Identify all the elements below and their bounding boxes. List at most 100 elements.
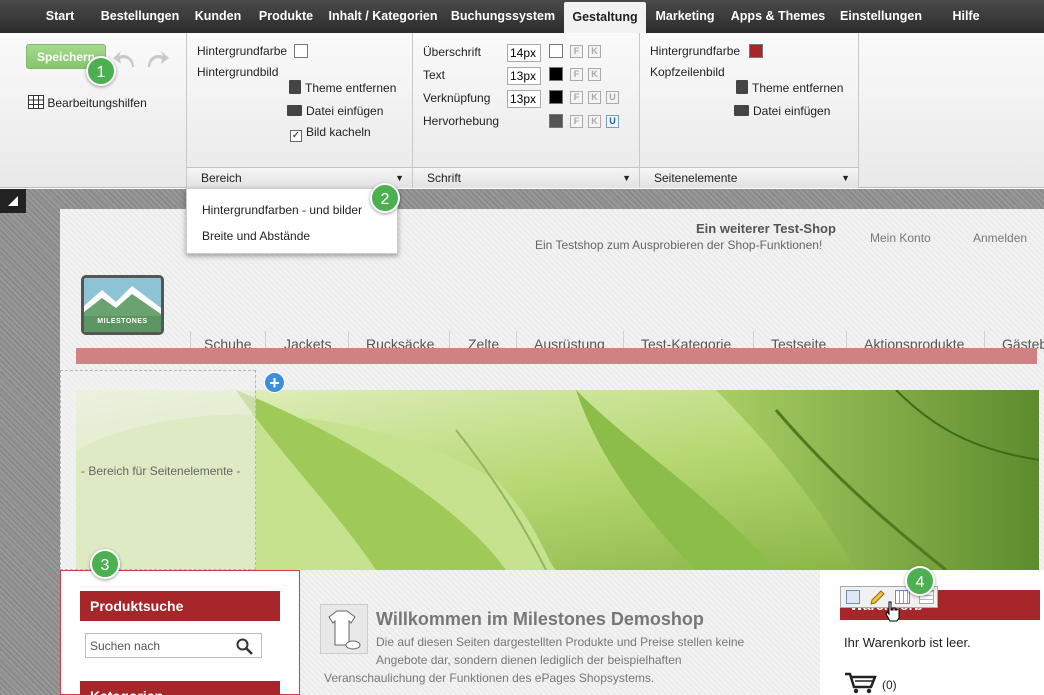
login-link[interactable]: Anmelden (973, 231, 1027, 245)
pencil-icon[interactable] (869, 589, 885, 606)
italic-toggle[interactable]: K (588, 68, 601, 81)
text-size-input[interactable] (507, 67, 541, 85)
my-account-link[interactable]: Mein Konto (870, 231, 931, 245)
nav-produkte[interactable]: Produkte (252, 0, 320, 33)
insert-file-button[interactable]: Datei einfügen (287, 104, 383, 118)
highlight-color-swatch[interactable] (549, 114, 563, 128)
nav-kunden[interactable]: Kunden (190, 0, 246, 33)
remove-theme-button[interactable]: Theme entfernen (289, 80, 396, 95)
shopping-cart-icon[interactable] (844, 670, 878, 694)
font-row-label: Verknüpfung (423, 91, 491, 105)
nav-inhalt-kategorien[interactable]: Inhalt / Kategorien (326, 0, 440, 33)
text-color-swatch[interactable] (549, 67, 563, 81)
welcome-text-continued: Veranschaulichung der Funktionen des ePa… (324, 671, 655, 685)
hand-cursor-icon (885, 601, 900, 622)
link-color-swatch[interactable] (549, 90, 563, 104)
nav-einstellungen[interactable]: Einstellungen (836, 0, 926, 33)
tile-image-checkbox[interactable]: ✓ Bild kacheln (290, 125, 371, 142)
bold-toggle[interactable]: F (570, 115, 583, 128)
bold-toggle[interactable]: F (570, 91, 583, 104)
corner-arrow-icon (8, 196, 18, 206)
insert-file-button[interactable]: Datei einfügen (734, 104, 830, 118)
page-elements-area-label: - Bereich für Seitenelemente - (81, 464, 241, 478)
elements-bg-color-swatch[interactable] (749, 44, 763, 58)
trash-icon (289, 80, 301, 94)
underline-toggle[interactable]: U (606, 115, 619, 128)
cart-empty-message: Ihr Warenkorb ist leer. (844, 635, 971, 650)
heading-size-input[interactable] (507, 44, 541, 62)
nav-apps-themes[interactable]: Apps & Themes (726, 0, 830, 33)
nav-marketing[interactable]: Marketing (650, 0, 720, 33)
search-input[interactable]: Suchen nach (85, 633, 262, 658)
logo-text: MILESTONES (97, 318, 148, 325)
add-element-button[interactable]: + (264, 372, 285, 393)
menu-item-width-spacing[interactable]: Breite und Abstände (202, 229, 310, 243)
grid-icon (28, 95, 44, 109)
insert-file-label: Datei einfügen (306, 104, 384, 118)
search-box-title: Produktsuche (80, 591, 280, 621)
elements-dropdown-toggle[interactable]: Seitenelemente ▼ (640, 167, 858, 188)
elements-footer-label: Seitenelemente (654, 171, 738, 185)
shop-tagline: Ein Testshop zum Ausprobieren der Shop-F… (535, 238, 823, 252)
bg-color-label: Hintergrundfarbe (197, 44, 288, 58)
category-box-title: Kategorien (80, 681, 280, 695)
font-panel: Überschrift F K Text F K Verknüpfung F K… (413, 33, 640, 188)
nav-bestellungen[interactable]: Bestellungen (96, 0, 184, 33)
font-footer-label: Schrift (427, 171, 462, 185)
header-bar (76, 348, 1037, 364)
font-row-label: Überschrift (423, 45, 482, 59)
shop-logo[interactable]: MILESTONES (81, 275, 164, 335)
remove-theme-label: Theme entfernen (305, 81, 397, 95)
nav-start[interactable]: Start (40, 0, 80, 33)
menu-item-bg-colors-images[interactable]: Hintergrundfarben - und bilder (202, 203, 362, 217)
copy-icon[interactable] (846, 590, 860, 604)
font-row-label: Hervorhebung (423, 114, 500, 128)
italic-toggle[interactable]: K (588, 91, 601, 104)
bold-toggle[interactable]: F (570, 68, 583, 81)
save-panel: Speichern Bearbeitungshilfen (0, 33, 187, 188)
nav-gestaltung[interactable]: Gestaltung (564, 2, 646, 33)
dropdown-arrow-icon: ▼ (395, 173, 404, 183)
bg-color-label: Hintergrundfarbe (650, 44, 741, 58)
font-dropdown-toggle[interactable]: Schrift ▼ (413, 167, 639, 188)
editing-aids-button[interactable]: Bearbeitungshilfen (28, 95, 147, 110)
remove-theme-button[interactable]: Theme entfernen (736, 80, 843, 95)
area-footer-label: Bereich (201, 171, 242, 185)
left-column: Produktsuche Suchen nach Kategorien (60, 570, 300, 695)
shop-name: Ein weiterer Test-Shop (696, 221, 836, 236)
undo-icon[interactable] (112, 47, 138, 69)
step-badge-4: 4 (905, 566, 935, 596)
cart-count: (0) (882, 678, 897, 692)
nav-buchungssystem[interactable]: Buchungssystem (446, 0, 560, 33)
bold-toggle[interactable]: F (570, 45, 583, 58)
remove-theme-label: Theme entfernen (752, 81, 844, 95)
welcome-image (320, 604, 368, 654)
folder-icon (287, 105, 302, 116)
area-dropdown-menu: Hintergrundfarben - und bilder Breite un… (186, 188, 398, 254)
underline-toggle[interactable]: U (606, 91, 619, 104)
page-elements-area[interactable]: - Bereich für Seitenelemente - (60, 370, 256, 570)
italic-toggle[interactable]: K (588, 115, 601, 128)
header-image-label: Kopfzeilenbild (650, 65, 725, 79)
step-badge-3: 3 (90, 549, 120, 579)
page-elements-panel: Hintergrundfarbe Kopfzeilenbild Theme en… (640, 33, 859, 188)
preview-canvas: Ein weiterer Test-Shop Ein Testshop zum … (0, 189, 1044, 695)
welcome-text: Die auf diesen Seiten dargestellten Prod… (376, 635, 745, 667)
heading-color-swatch[interactable] (549, 44, 563, 58)
search-icon[interactable] (236, 638, 253, 655)
link-size-input[interactable] (507, 90, 541, 108)
dropdown-arrow-icon: ▼ (622, 173, 631, 183)
nav-hilfe[interactable]: Hilfe (944, 0, 988, 33)
checkbox-checked-icon: ✓ (290, 130, 302, 142)
italic-toggle[interactable]: K (588, 45, 601, 58)
collapse-toggle[interactable] (0, 189, 26, 213)
tile-image-label: Bild kacheln (306, 125, 371, 139)
redo-icon[interactable] (144, 47, 170, 69)
insert-file-label: Datei einfügen (753, 104, 831, 118)
area-panel: Hintergrundfarbe Hintergrundbild Theme e… (187, 33, 413, 188)
dropdown-arrow-icon: ▼ (841, 173, 850, 183)
step-badge-1: 1 (86, 56, 116, 86)
trash-icon (736, 80, 748, 94)
bg-color-swatch[interactable] (294, 44, 308, 58)
shop-preview: Ein weiterer Test-Shop Ein Testshop zum … (60, 209, 1044, 695)
